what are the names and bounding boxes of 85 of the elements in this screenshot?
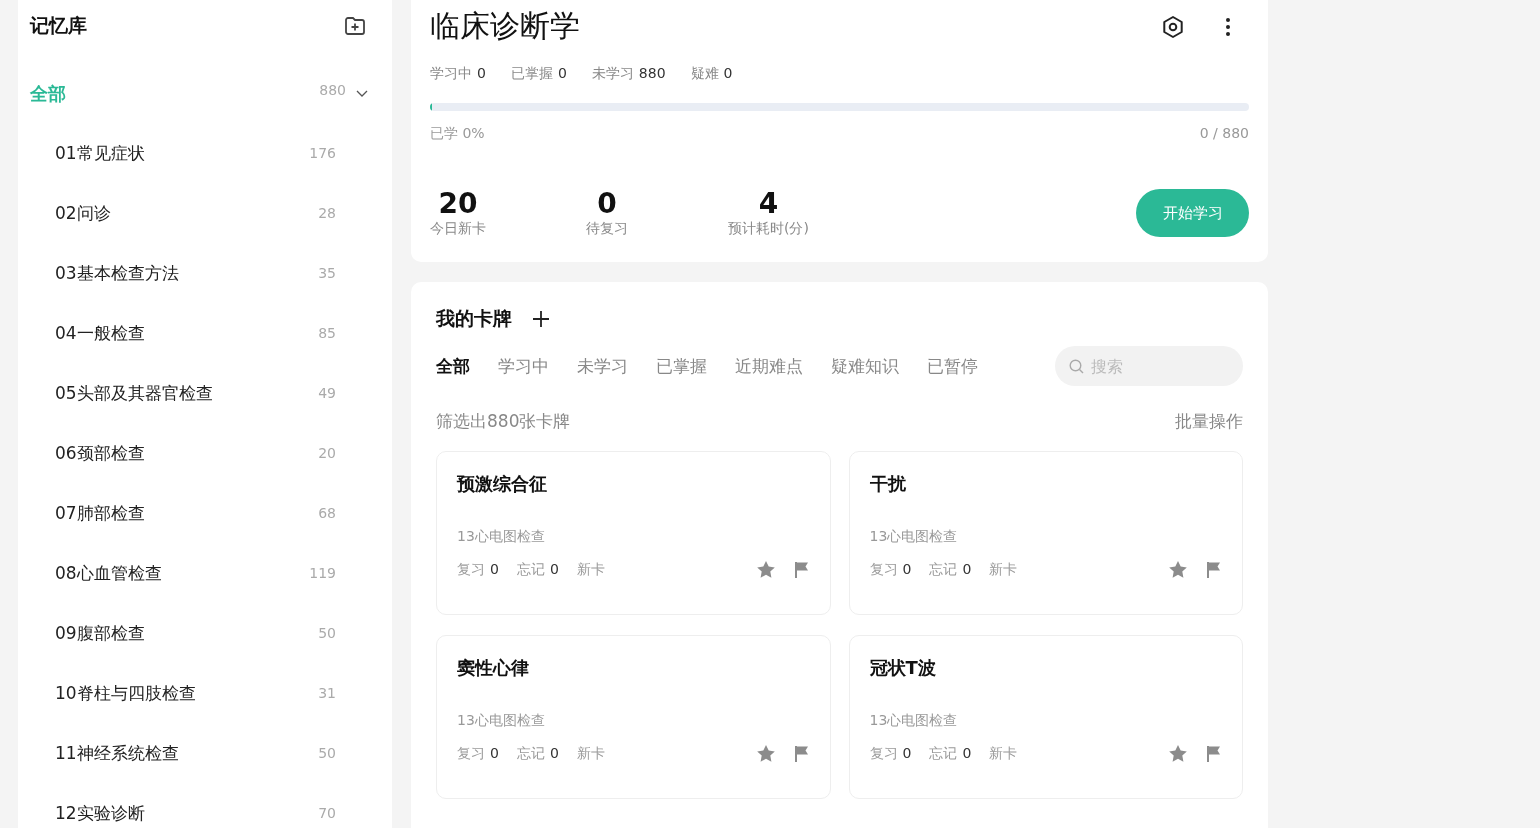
more-icon[interactable] bbox=[1225, 16, 1231, 37]
stat-value: 880 bbox=[638, 65, 666, 81]
meta-value: 0 bbox=[490, 744, 499, 761]
filter-tab[interactable]: 已暂停 bbox=[927, 354, 978, 378]
summary-label: 今日新卡 bbox=[430, 219, 486, 238]
stat-label: 已掌握 bbox=[510, 65, 553, 81]
card-title: 干扰 bbox=[869, 472, 907, 496]
summary-value: 20 bbox=[438, 189, 478, 220]
settings-icon[interactable] bbox=[1161, 14, 1185, 39]
meta-label: 复习 bbox=[457, 744, 485, 761]
sidebar-title: 记忆库 bbox=[30, 13, 87, 38]
meta-value: 0 bbox=[962, 560, 972, 577]
sidebar-item[interactable]: 09腹部检查 50 bbox=[30, 603, 368, 663]
deck-title: 临床诊断学 bbox=[430, 7, 580, 45]
meta-value: 0 bbox=[549, 744, 559, 761]
meta-label: 复习 bbox=[457, 560, 485, 577]
meta-value: 0 bbox=[902, 744, 912, 761]
flag-icon[interactable] bbox=[1206, 560, 1222, 579]
flag-icon[interactable] bbox=[793, 560, 810, 579]
meta-value: 0 bbox=[962, 744, 972, 761]
flashcard[interactable]: 冠状T波 13心电图检查 复习 0 忘记 0 新卡 bbox=[848, 635, 1243, 799]
meta-label: 复习 bbox=[869, 560, 898, 577]
meta-value: 0 bbox=[902, 560, 912, 577]
card-title: 窦性心律 bbox=[457, 656, 530, 680]
card-deck: 13心电图检查 bbox=[869, 712, 959, 730]
filter-tab[interactable]: 未学习 bbox=[577, 354, 628, 378]
meta-label: 忘记 bbox=[929, 744, 958, 761]
filter-tab[interactable]: 全部 bbox=[436, 354, 470, 378]
filter-tab[interactable]: 近期难点 bbox=[735, 354, 803, 378]
card-title: 预激综合征 bbox=[457, 472, 548, 496]
meta-label: 忘记 bbox=[929, 560, 958, 577]
sidebar-item[interactable]: 07肺部检查 68 bbox=[30, 483, 368, 543]
stat-value: 0 bbox=[557, 65, 567, 81]
card-status: 新卡 bbox=[989, 560, 1018, 579]
flag-icon[interactable] bbox=[793, 744, 810, 763]
filter-tab[interactable]: 疑难知识 bbox=[831, 354, 899, 378]
sidebar-item[interactable]: 08心血管检查 119 bbox=[30, 543, 368, 603]
card-status: 新卡 bbox=[576, 744, 605, 763]
summary-value: 0 bbox=[597, 189, 617, 220]
sidebar-item[interactable]: 12实验诊断 70 bbox=[30, 783, 368, 828]
flashcard[interactable]: 窦性心律 13心电图检查 复习 0 忘记 0 新卡 bbox=[436, 635, 831, 799]
summary-value: 4 bbox=[758, 189, 779, 220]
sidebar-item[interactable]: 04一般检查 85 bbox=[30, 303, 368, 363]
stat-label: 疑难 bbox=[690, 65, 719, 81]
batch-action-link[interactable]: 批量操作 bbox=[1175, 410, 1243, 433]
sidebar-item[interactable]: 03基本检查方法 35 bbox=[30, 243, 368, 303]
star-icon[interactable] bbox=[1168, 744, 1188, 763]
card-status: 新卡 bbox=[576, 560, 605, 579]
progress-reading: 0 / 880 bbox=[1199, 125, 1249, 143]
meta-label: 忘记 bbox=[516, 560, 545, 577]
sidebar-item[interactable]: 10脊柱与四肢检查 31 bbox=[30, 663, 368, 723]
stat-value: 0 bbox=[477, 65, 486, 81]
card-deck: 13心电图检查 bbox=[457, 528, 546, 546]
sidebar-item[interactable]: 02问诊 28 bbox=[30, 183, 368, 243]
card-deck: 13心电图检查 bbox=[869, 528, 959, 546]
card-title: 冠状T波 bbox=[869, 656, 937, 680]
add-icon[interactable] bbox=[532, 310, 550, 328]
stat-label: 学习中 bbox=[430, 65, 472, 81]
stat-value: 0 bbox=[723, 65, 733, 81]
summary-label: 预计耗时(分) bbox=[728, 219, 809, 238]
star-icon[interactable] bbox=[755, 560, 776, 579]
star-icon[interactable] bbox=[1168, 560, 1188, 579]
flashcard[interactable]: 预激综合征 13心电图检查 复习 0 忘记 0 新卡 bbox=[436, 451, 831, 615]
card-status: 新卡 bbox=[989, 744, 1018, 763]
meta-value: 0 bbox=[549, 560, 559, 577]
stat-label: 未学习 bbox=[591, 65, 634, 81]
sidebar-item[interactable]: 06颈部检查 20 bbox=[30, 423, 368, 483]
filter-count: 筛选出880张卡牌 bbox=[436, 410, 571, 433]
flag-icon[interactable] bbox=[1206, 744, 1222, 763]
panel-title: 我的卡牌 bbox=[436, 306, 512, 331]
sidebar-item[interactable]: 01常见症状 176 bbox=[30, 123, 368, 183]
summary-label: 待复习 bbox=[586, 219, 628, 238]
add-folder-icon[interactable] bbox=[344, 16, 366, 36]
flashcard[interactable]: 干扰 13心电图检查 复习 0 忘记 0 新卡 bbox=[848, 451, 1243, 615]
filter-tab[interactable]: 已掌握 bbox=[656, 354, 707, 378]
sidebar-item[interactable]: 05头部及其器官检查 49 bbox=[30, 363, 368, 423]
card-deck: 13心电图检查 bbox=[457, 712, 546, 730]
search-icon bbox=[1069, 359, 1084, 374]
meta-label: 复习 bbox=[869, 744, 898, 761]
progress-label: 已学 0% bbox=[430, 125, 485, 143]
filter-tab[interactable]: 学习中 bbox=[498, 354, 549, 378]
star-icon[interactable] bbox=[755, 744, 776, 763]
sidebar-item[interactable]: 11神经系统检查 50 bbox=[30, 723, 368, 783]
meta-value: 0 bbox=[490, 560, 499, 577]
meta-label: 忘记 bbox=[516, 744, 545, 761]
